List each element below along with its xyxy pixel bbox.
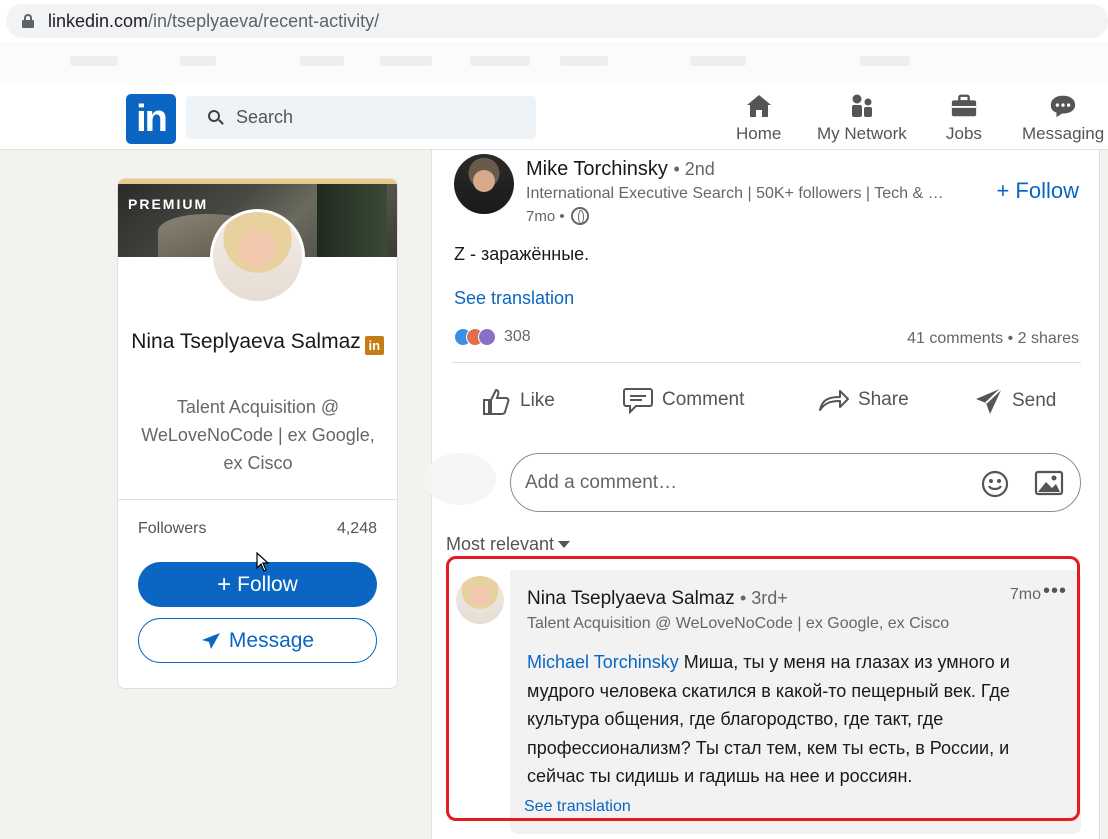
comment-button[interactable]: Comment [622, 386, 744, 414]
divider [118, 499, 397, 500]
bookmarks-bar [0, 42, 1108, 84]
plus-icon: + [217, 570, 232, 598]
message-button-label: Message [228, 628, 315, 652]
reaction-count: 308 [504, 328, 531, 345]
comment-box[interactable] [510, 453, 1081, 512]
nav-my-network-label: My Network [817, 124, 907, 143]
post-stats[interactable]: 41 comments • 2 shares [907, 330, 1079, 348]
post-see-translation-link[interactable]: See translation [454, 288, 574, 309]
profile-headline: Talent Acquisition @ WeLoveNoCode | ex G… [141, 397, 375, 473]
post-author-name-text: Mike Torchinsky [526, 158, 668, 180]
share-icon [819, 390, 849, 411]
send-button[interactable]: Send [974, 386, 1056, 416]
follow-button-label: Follow [237, 572, 298, 596]
url-path: /in/tseplyaeva/recent-activity/ [148, 10, 380, 31]
post-text: Z - заражённые. [454, 244, 590, 264]
post-author-headline: International Executive Search | 50K+ fo… [526, 185, 944, 202]
emoji-icon[interactable] [980, 469, 1010, 499]
caret-down-icon [558, 541, 571, 548]
followers-count: 4,248 [336, 520, 377, 537]
sort-label: Most relevant [446, 534, 555, 554]
nav-home-label: Home [736, 124, 782, 143]
message-button[interactable]: Message [138, 618, 377, 663]
send-icon [201, 632, 220, 649]
nav-home[interactable]: Home [736, 92, 781, 144]
url-host: linkedin.com [48, 10, 149, 31]
send-icon [976, 387, 1003, 414]
post-author-degree: • 2nd [673, 159, 715, 179]
like-button[interactable]: Like [480, 386, 555, 416]
thumbs-up-icon [483, 388, 510, 415]
browser-address-bar: linkedin.com/in/tseplyaeva/recent-activi… [0, 0, 1108, 42]
nav-jobs-label: Jobs [946, 124, 982, 143]
nav-messaging[interactable]: Messaging [1022, 92, 1104, 144]
highlight-box [446, 556, 1080, 821]
comment-label: Comment [662, 389, 745, 410]
sort-dropdown[interactable]: Most relevant [446, 534, 571, 555]
search-icon [208, 109, 224, 126]
cursor-icon [256, 552, 270, 572]
post-follow-button[interactable]: + Follow [996, 178, 1079, 204]
curious-reaction-icon [478, 328, 496, 346]
comment-icon [623, 388, 653, 414]
divider [452, 362, 1081, 363]
share-button[interactable]: Share [818, 386, 909, 414]
premium-badge-icon: in [364, 336, 384, 355]
post-author-name[interactable]: Mike Torchinsky • 2nd [526, 158, 715, 181]
linkedin-logo[interactable]: in [126, 94, 176, 144]
profile-card: PREMIUM Nina Tseplyaeva Salmaz in Talent … [117, 178, 398, 689]
profile-name[interactable]: Nina Tseplyaeva Salmaz in [118, 325, 397, 358]
comment-input[interactable] [525, 471, 965, 494]
profile-avatar[interactable] [210, 209, 305, 304]
profile-name-text: Nina Tseplyaeva Salmaz [131, 330, 361, 353]
lock-icon [22, 14, 34, 28]
globe-icon [570, 207, 589, 225]
image-icon[interactable] [1034, 470, 1064, 496]
share-label: Share [858, 389, 909, 410]
nav-jobs[interactable]: Jobs [946, 92, 982, 144]
post-time-text: 7mo • [526, 207, 565, 225]
search-bar[interactable] [186, 96, 536, 139]
premium-label: PREMIUM [128, 196, 209, 212]
home-icon [745, 92, 773, 120]
network-icon [848, 92, 876, 120]
like-label: Like [520, 390, 555, 411]
nav-messaging-label: Messaging [1022, 124, 1105, 143]
linkedin-header: in Home My Network Jobs Messaging [0, 84, 1108, 150]
post-time: 7mo • [526, 207, 589, 225]
post-follow-label: Follow [1015, 178, 1079, 203]
post-author-avatar[interactable] [454, 154, 514, 214]
followers-label: Followers [138, 520, 207, 537]
briefcase-icon [950, 92, 978, 120]
messaging-icon [1049, 92, 1077, 120]
commenter-avatar [424, 453, 496, 505]
send-label: Send [1012, 390, 1057, 411]
url-field[interactable]: linkedin.com/in/tseplyaeva/recent-activi… [6, 4, 1108, 38]
nav-my-network[interactable]: My Network [817, 92, 907, 144]
search-input[interactable] [236, 107, 516, 128]
reactions-summary[interactable]: 308 [454, 328, 531, 346]
